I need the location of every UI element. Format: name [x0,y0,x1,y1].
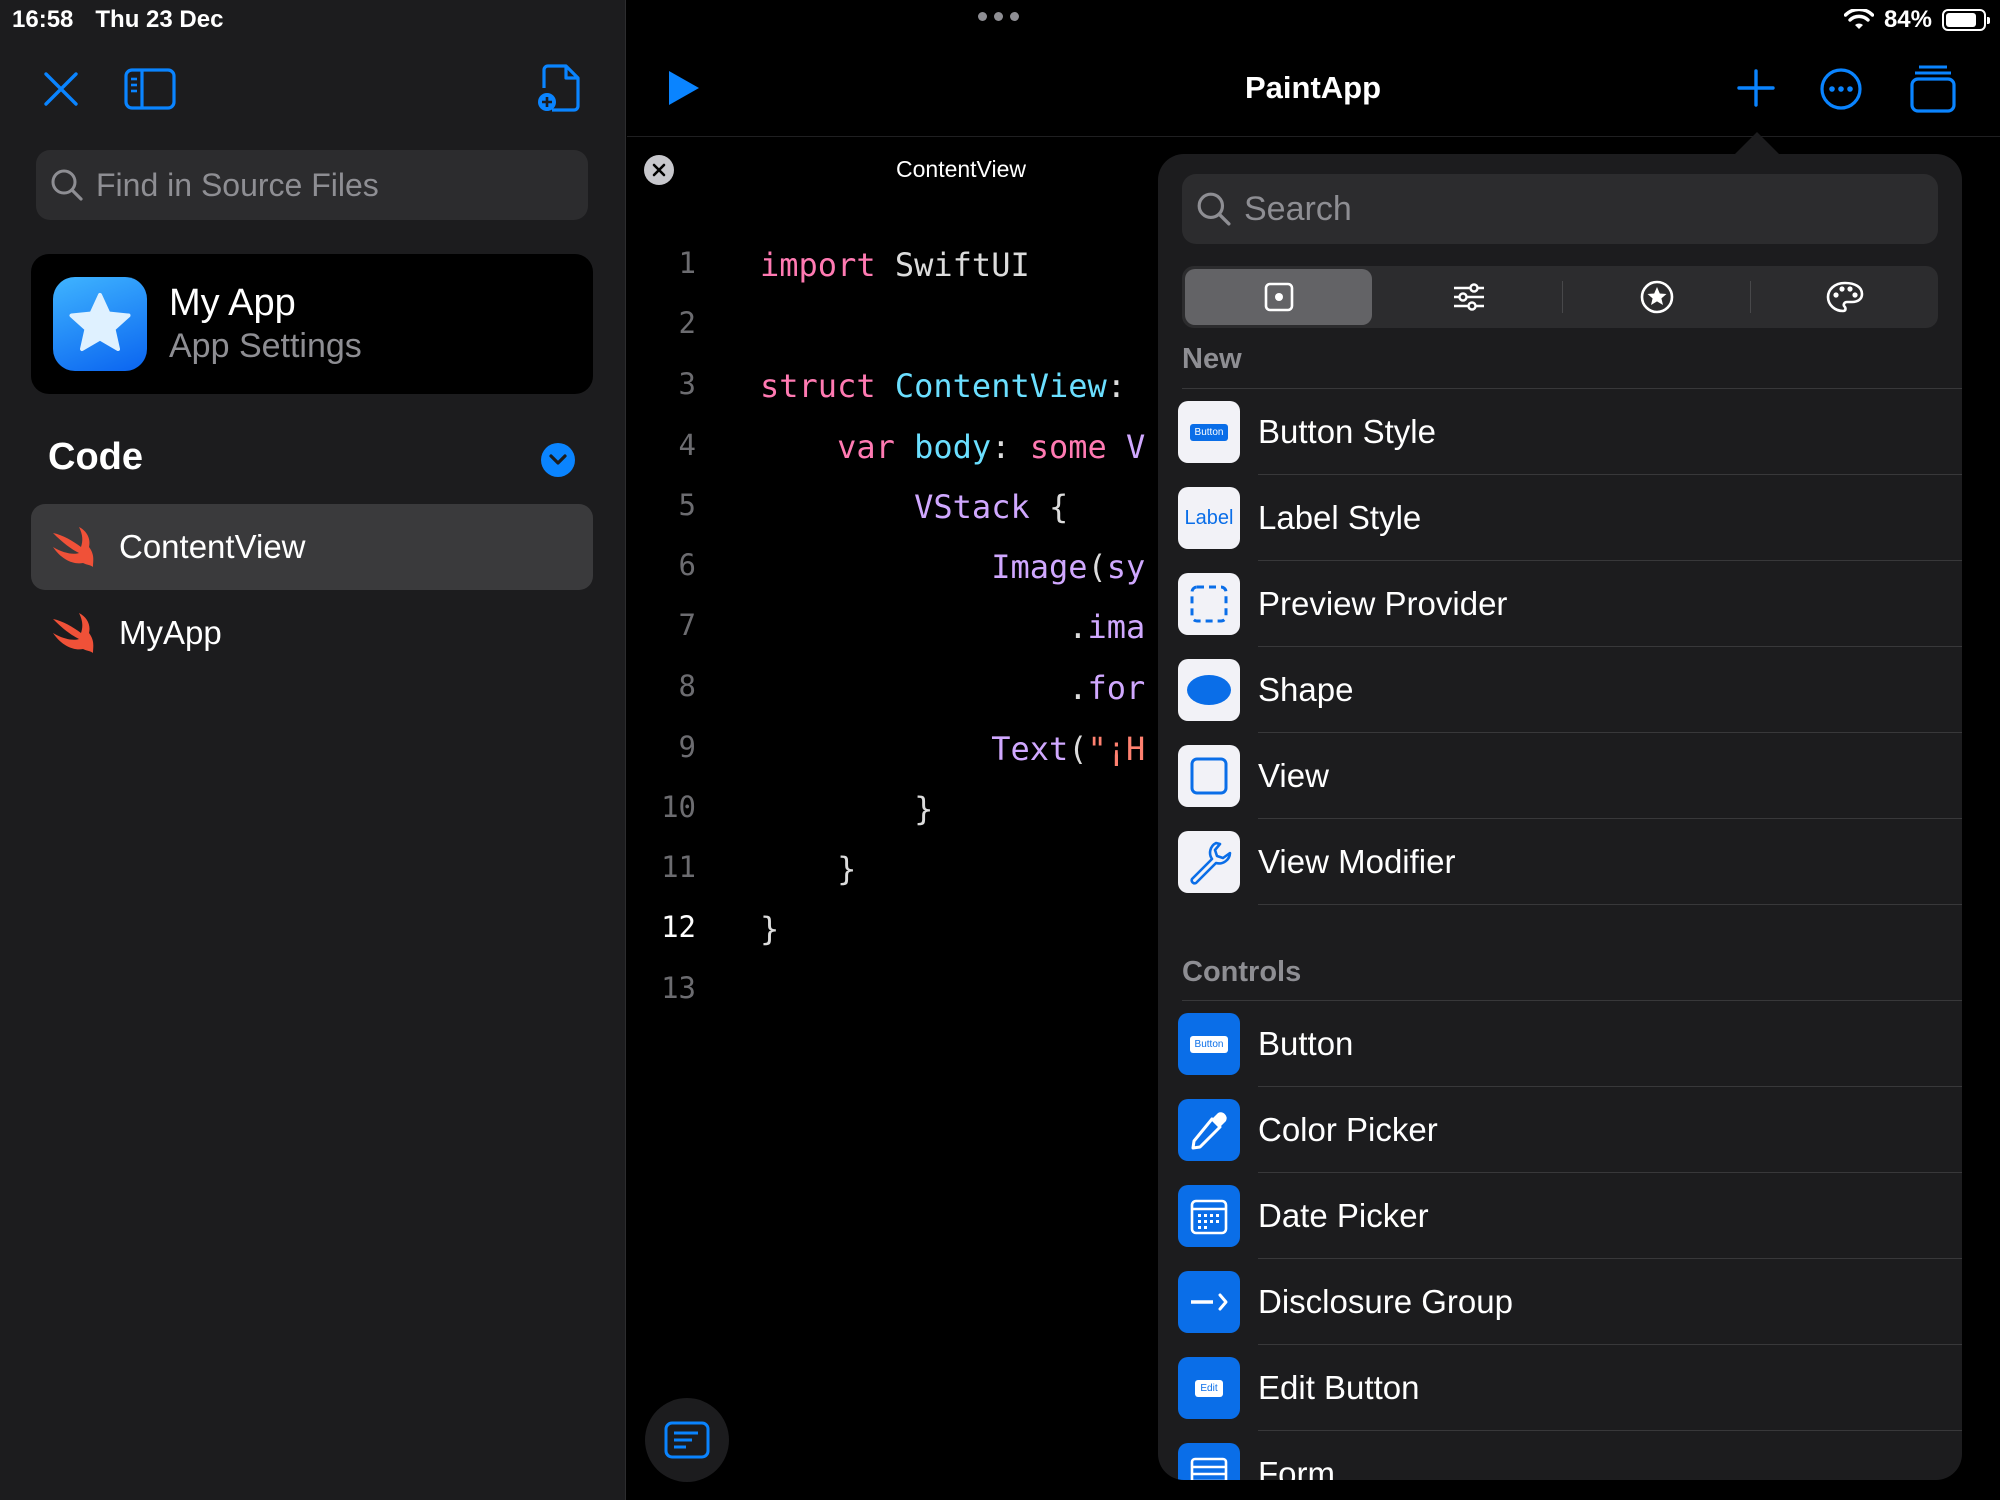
app-subtitle: App Settings [169,327,362,365]
console-button[interactable] [645,1398,729,1482]
search-icon [51,169,83,201]
eyedropper-icon [1178,1099,1240,1161]
library-popover: New Button Button Style Label Label Styl… [1158,154,1962,1480]
close-tab-icon[interactable] [644,155,674,185]
code-line: 6 Image(sy [678,548,1146,586]
section-title-new: New [1182,343,1242,375]
swift-icon [53,527,94,567]
editor-tab-title: ContentView [896,156,1026,182]
tab-colors[interactable] [1751,266,1938,328]
battery-icon [1942,9,1990,31]
file-item-label: MyApp [119,614,222,651]
code-line: 3 struct ContentView: [678,367,1127,405]
star-icon [69,293,131,351]
status-date: Thu 23 Dec [95,6,224,33]
favorites-icon [1640,280,1673,314]
library-tabs [1182,266,1938,328]
shape-icon [1178,659,1240,721]
tab-views[interactable] [1185,269,1372,325]
close-icon[interactable] [42,70,80,108]
project-title: PaintApp [1245,70,1382,105]
library-item-view[interactable]: View [1178,733,1962,819]
modifiers-icon [1453,283,1484,311]
library-item-shape[interactable]: Shape [1178,647,1962,733]
add-icon[interactable] [1736,68,1776,108]
code-line: 10 } [661,790,934,828]
calendar-icon [1178,1185,1240,1247]
file-item-contentview[interactable]: ContentView [31,504,593,590]
button-icon: Button [1178,1013,1240,1075]
library-search-input[interactable] [1244,189,1924,229]
file-item-label: ContentView [119,528,306,565]
library-search-field[interactable] [1182,174,1938,244]
library-item-button[interactable]: Button Button [1178,1001,1962,1087]
multitasking-dots-icon[interactable] [978,12,1019,21]
library-item-view-modifier[interactable]: View Modifier [1178,819,1962,905]
code-line: 8 .for [678,669,1146,707]
library-item-disclosure-group[interactable]: Disclosure Group [1178,1259,1962,1345]
edit-button-icon: Edit [1178,1357,1240,1419]
code-line: 2 [678,306,696,340]
code-line: 7 .ima [678,608,1146,646]
library-item-form[interactable]: Form [1178,1431,1962,1480]
label-style-icon: Label [1178,487,1240,549]
section-title-controls: Controls [1182,956,1302,988]
code-line: 9 Text("¡H [678,730,1146,768]
chevron-down-icon[interactable] [541,443,575,477]
code-line: 4 var body: some V [678,428,1146,466]
run-icon[interactable] [666,68,702,108]
source-search-input[interactable] [96,166,576,204]
code-line: 12} [661,910,780,948]
preview-stack-icon[interactable] [1910,63,1956,113]
wifi-icon [1843,9,1874,29]
sidebar-toggle-icon[interactable] [124,68,176,110]
library-item-preview-provider[interactable]: Preview Provider [1178,561,1962,647]
tab-favorites[interactable] [1563,266,1750,328]
views-icon [1264,282,1293,312]
disclosure-icon [1178,1271,1240,1333]
tab-modifiers[interactable] [1375,266,1562,328]
toolbar-divider [627,136,2000,137]
status-bar: 16:58 Thu 23 Dec 84% [0,0,2000,40]
library-item-date-picker[interactable]: Date Picker [1178,1173,1962,1259]
app-settings-card[interactable]: My App App Settings [31,254,593,394]
code-line: 13 [661,971,696,1005]
swift-icon [53,613,94,653]
file-item-myapp[interactable]: MyApp [31,590,593,676]
view-icon [1178,745,1240,807]
status-time: 16:58 [12,6,74,33]
code-line: 1 import SwiftUI [678,246,1030,284]
console-icon [664,1421,710,1459]
app-icon [53,277,147,371]
wrench-icon [1178,831,1240,893]
colors-icon [1826,281,1863,313]
app-name: My App [169,282,296,324]
code-section-title: Code [48,436,143,478]
popover-arrow [1733,132,1781,156]
library-item-button-style[interactable]: Button Button Style [1178,389,1962,475]
form-icon [1178,1443,1240,1480]
button-style-icon: Button [1178,401,1240,463]
library-item-label-style[interactable]: Label Label Style [1178,475,1962,561]
more-icon[interactable] [1819,67,1863,111]
battery-percent: 84% [1883,6,1932,33]
search-icon [1197,192,1231,226]
new-file-icon[interactable] [536,62,584,114]
library-item-edit-button[interactable]: Edit Edit Button [1178,1345,1962,1431]
preview-provider-icon [1178,573,1240,635]
code-line: 11 } [661,850,857,888]
library-item-color-picker[interactable]: Color Picker [1178,1087,1962,1173]
source-search-field[interactable] [36,150,588,220]
sidebar: My App App Settings Code ContentView MyA… [0,0,626,1500]
code-line: 5 VStack { [678,488,1069,526]
